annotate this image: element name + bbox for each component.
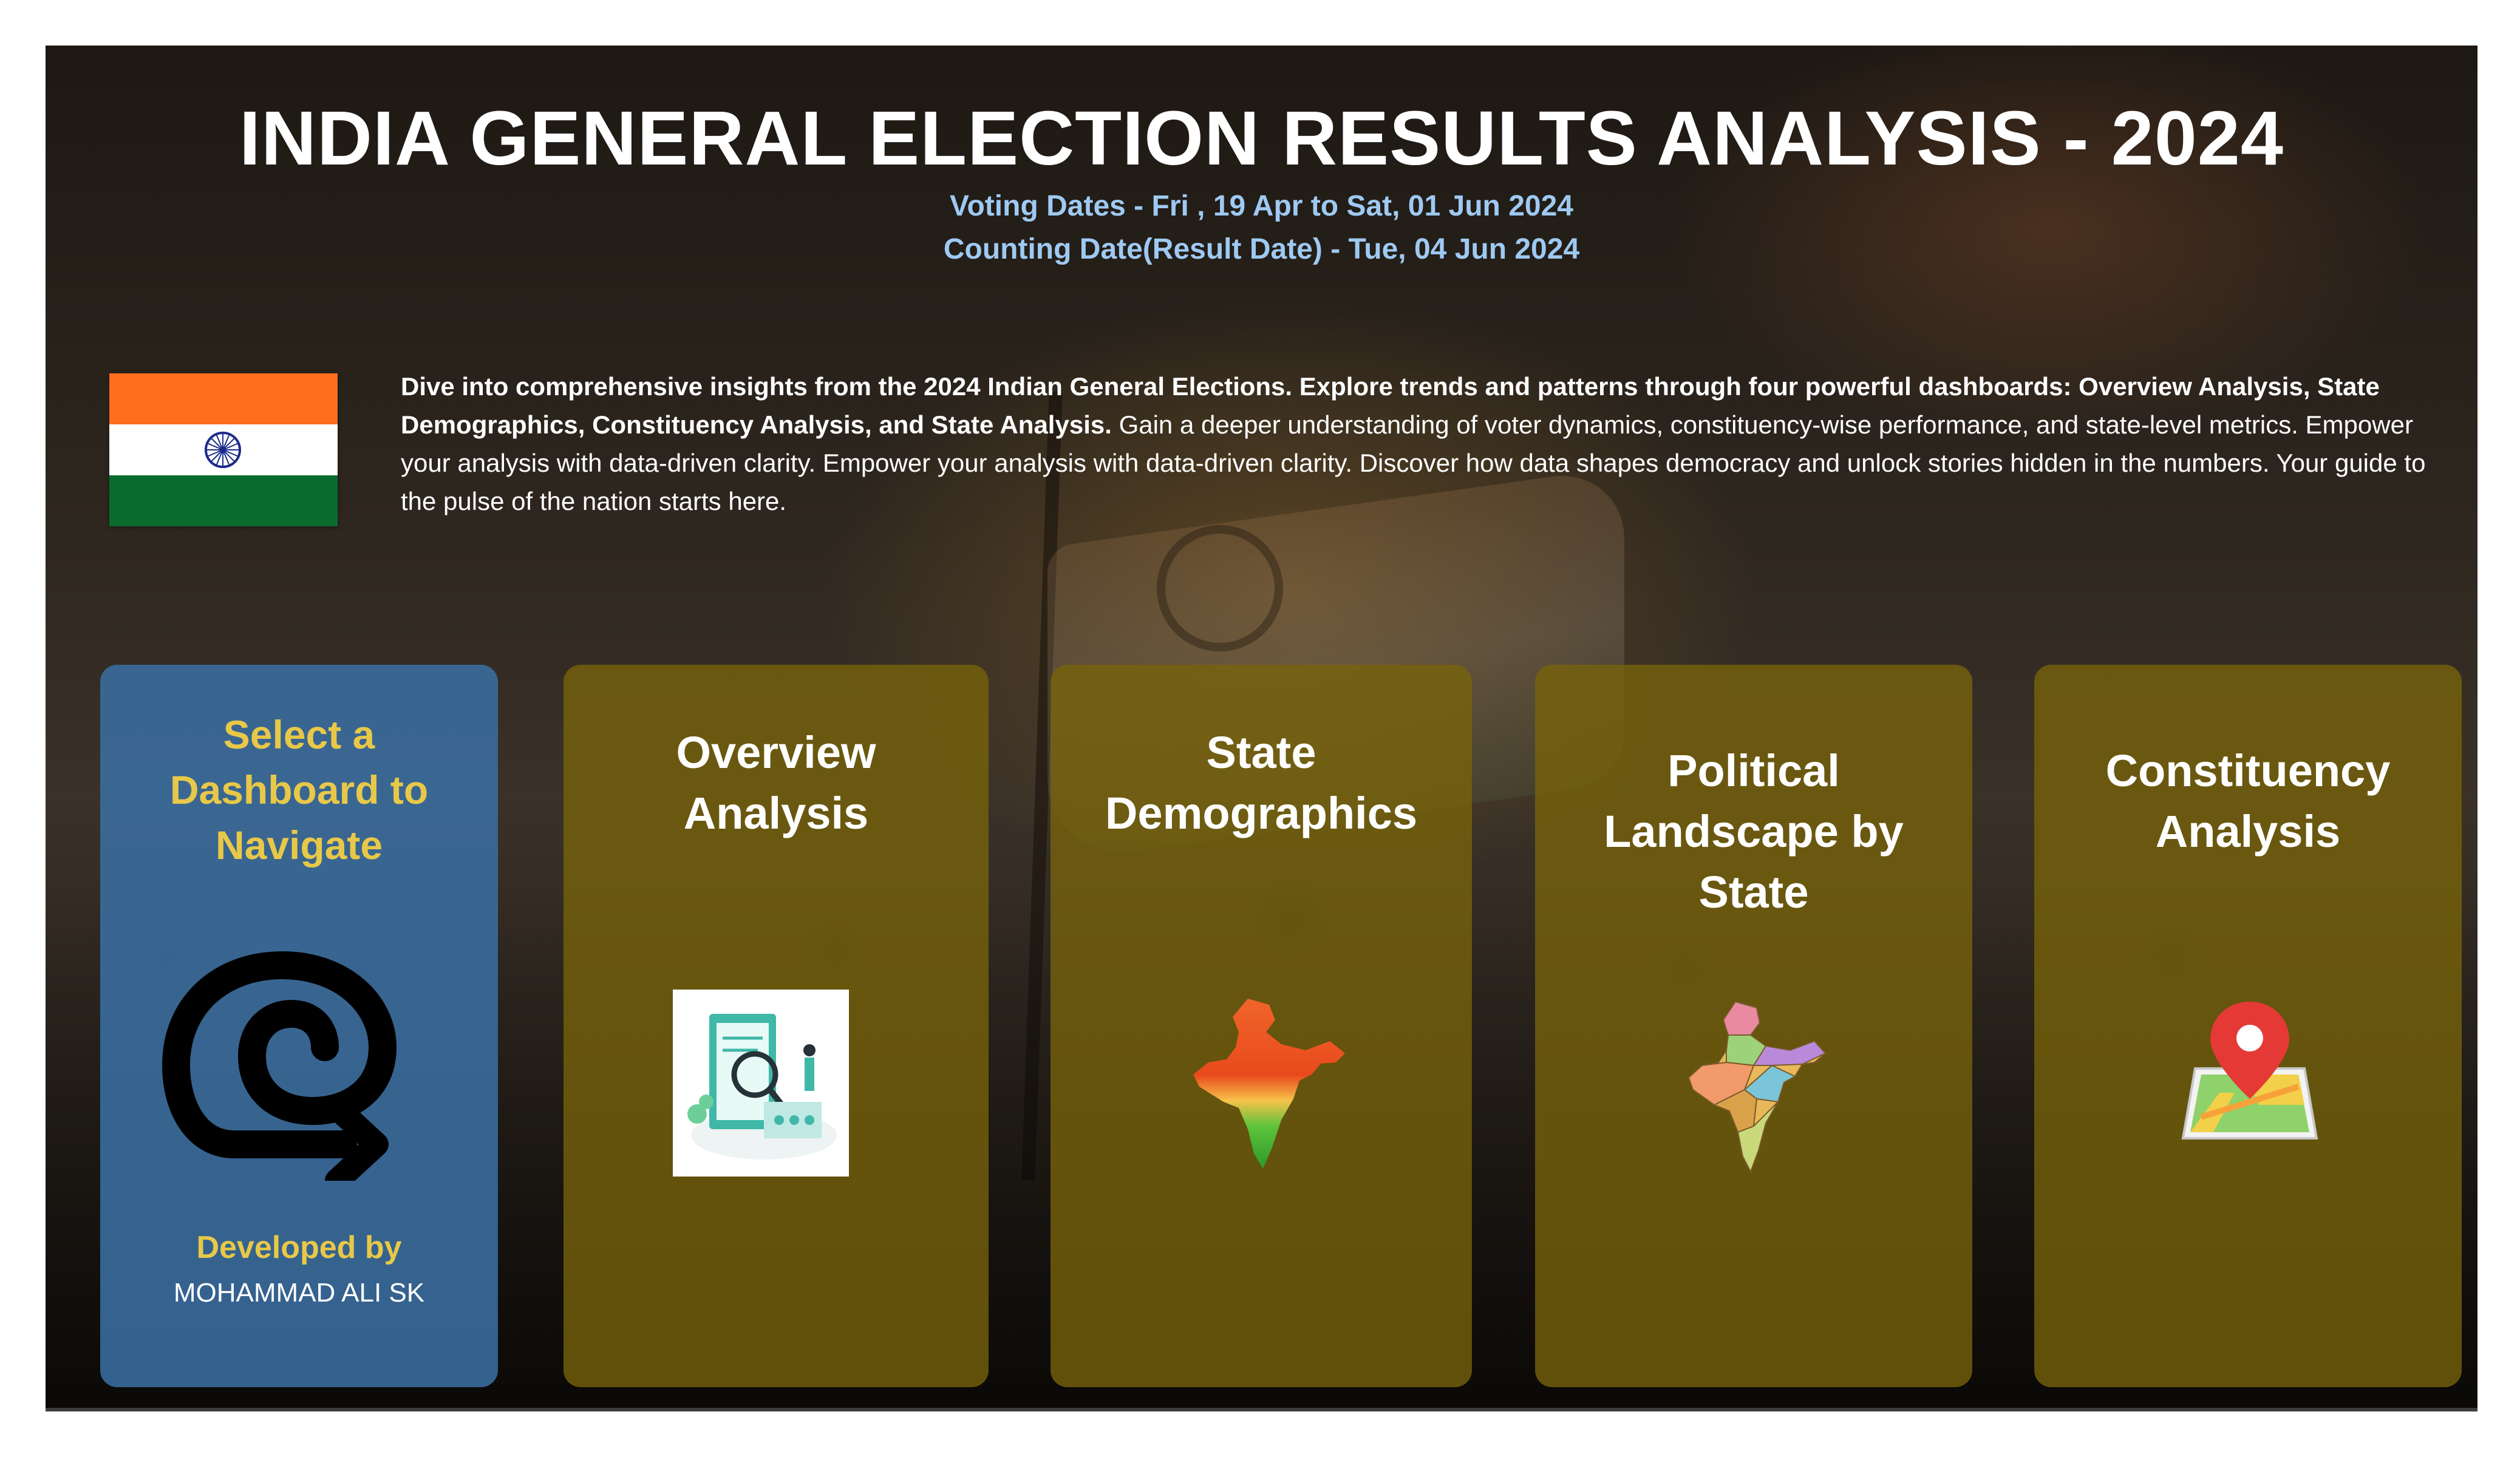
- political-landscape-title: Political Landscape by State: [1604, 745, 1904, 917]
- navigation-card: Select a Dashboard to Navigate Developed…: [100, 665, 498, 1387]
- overview-analysis-title: Overview Analysis: [676, 727, 876, 838]
- state-demographics-button[interactable]: State Demographics: [1051, 665, 1472, 1387]
- political-landscape-button[interactable]: Political Landscape by State: [1535, 665, 1972, 1387]
- constituency-analysis-button[interactable]: Constituency Analysis: [2034, 665, 2462, 1387]
- intro-text: Dive into comprehensive insights from th…: [401, 367, 2453, 520]
- navigate-arrow-icon: [162, 951, 397, 1181]
- india-flag-icon: [109, 373, 338, 526]
- overview-analysis-button[interactable]: Overview Analysis: [564, 665, 989, 1387]
- dashboard-canvas: INDIA GENERAL ELECTION RESULTS ANALYSIS …: [46, 46, 2477, 1411]
- voting-dates: Voting Dates - Fri , 19 Apr to Sat, 01 J…: [950, 190, 1573, 222]
- india-map-tricolor-icon: [1190, 996, 1348, 1172]
- page-title: INDIA GENERAL ELECTION RESULTS ANALYSIS …: [239, 95, 2284, 181]
- developed-by-label: Developed by: [196, 1230, 402, 1265]
- bottom-border: [46, 1408, 2477, 1411]
- map-pin-icon: [2177, 1002, 2323, 1147]
- state-demographics-title: State Demographics: [1105, 727, 1418, 838]
- developer-name: MOHAMMAD ALI SK: [173, 1278, 425, 1308]
- ashoka-chakra-icon: [205, 432, 241, 468]
- india-states-map-icon: [1687, 999, 1827, 1175]
- background-chakra: [1157, 525, 1283, 651]
- counting-date: Counting Date(Result Date) - Tue, 04 Jun…: [943, 233, 1580, 265]
- navigation-card-title: Select a Dashboard to Navigate: [169, 712, 429, 868]
- constituency-analysis-title: Constituency Analysis: [2105, 745, 2391, 857]
- analysis-magnifier-icon: [673, 990, 849, 1177]
